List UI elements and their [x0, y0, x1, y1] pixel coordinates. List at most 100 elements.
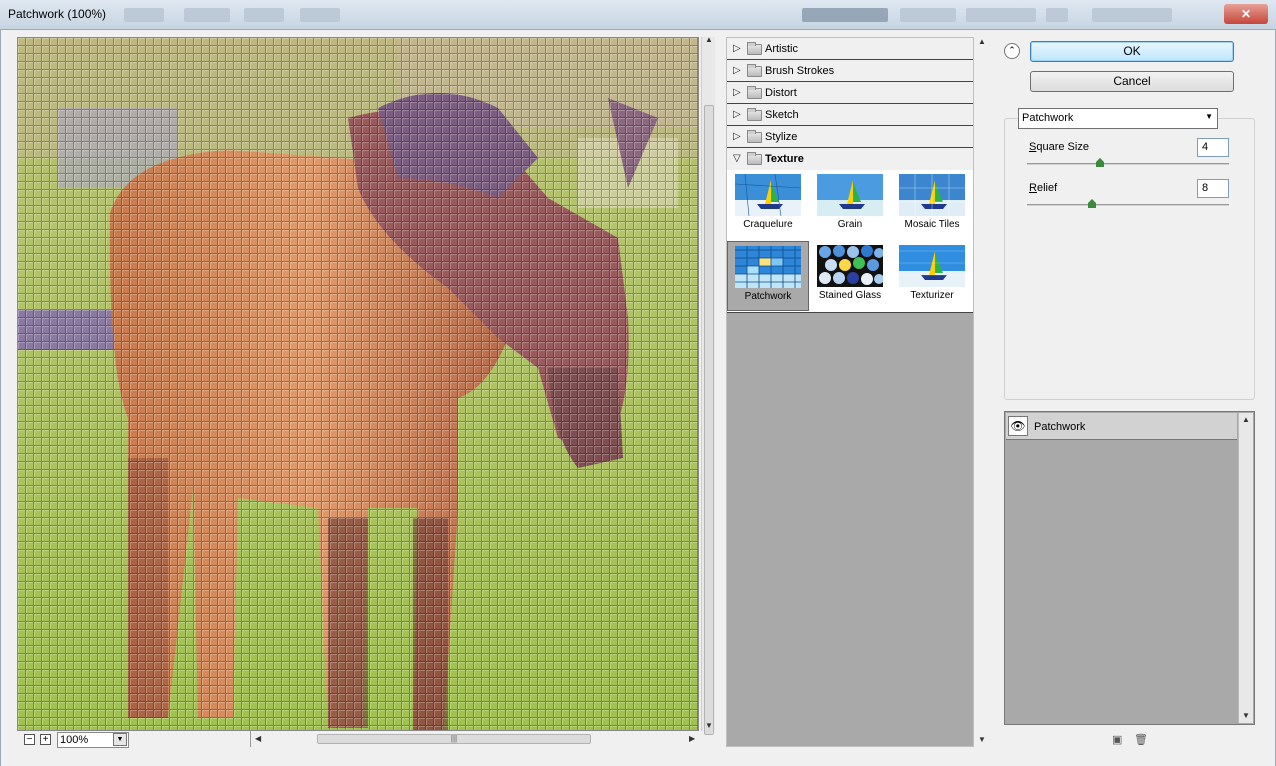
effect-layers-panel: 👁 Patchwork ▲ ▼: [1004, 411, 1255, 725]
filter-settings-panel: [1004, 118, 1255, 400]
category-stylize[interactable]: ▷ Stylize: [727, 126, 973, 148]
patchwork-thumbnail-icon: [735, 246, 801, 288]
filter-label: Texturizer: [910, 290, 954, 301]
filter-label: Grain: [837, 219, 863, 230]
zoom-level-value: 100%: [60, 734, 89, 746]
category-label: Distort: [765, 87, 797, 99]
background-app-button: [244, 8, 284, 22]
scroll-down-arrow-icon[interactable]: ▼: [705, 721, 713, 730]
filter-thumb-mosaic-tiles[interactable]: Mosaic Tiles: [891, 170, 973, 240]
zoom-in-button[interactable]: +: [40, 734, 51, 745]
filter-thumb-patchwork-selected[interactable]: Patchwork: [727, 241, 809, 311]
relief-label-rest: elief: [1036, 182, 1058, 194]
delete-effect-layer-icon[interactable]: 🗑: [1134, 733, 1148, 746]
title-bar: Patchwork (100%) ✕: [0, 0, 1276, 30]
scroll-up-arrow-icon[interactable]: ▲: [705, 35, 713, 44]
background-workspace-tab: [900, 8, 956, 22]
vertical-scroll-thumb[interactable]: [704, 105, 714, 735]
filter-tree-scrollbar[interactable]: ▲ ▼: [976, 37, 990, 747]
category-brush-strokes[interactable]: ▷ Brush Strokes: [727, 60, 973, 82]
preview-vertical-scrollbar[interactable]: ▲ ▼: [701, 35, 715, 735]
background-workspace-tab: [802, 8, 888, 22]
texturizer-thumbnail-icon: [899, 245, 965, 287]
folder-icon: [747, 86, 762, 99]
background-search: [1092, 8, 1172, 22]
relief-value: 8: [1202, 182, 1209, 194]
filter-thumb-grain[interactable]: Grain: [809, 170, 891, 240]
folder-icon: [747, 130, 762, 143]
category-sketch[interactable]: ▷ Sketch: [727, 104, 973, 126]
square-size-label-rest: quare Size: [1036, 141, 1089, 153]
square-size-value: 4: [1202, 141, 1209, 153]
preview-horizontal-scrollbar[interactable]: ◀ ||| ▶: [250, 731, 700, 747]
relief-slider-track[interactable]: [1027, 204, 1229, 206]
relief-label: Relief: [1029, 182, 1057, 194]
relief-field[interactable]: 8: [1197, 179, 1229, 198]
scroll-down-arrow-icon[interactable]: ▼: [1242, 711, 1250, 720]
expand-triangle-icon[interactable]: ▷: [733, 131, 741, 142]
expand-triangle-icon[interactable]: ▷: [733, 43, 741, 54]
collapse-gallery-icon[interactable]: ⌃: [1004, 43, 1020, 59]
scroll-up-arrow-icon[interactable]: ▲: [1242, 415, 1250, 424]
expand-triangle-icon[interactable]: ▷: [733, 109, 741, 120]
scroll-down-arrow-icon[interactable]: ▼: [978, 735, 986, 744]
folder-icon: [747, 42, 762, 55]
filter-thumb-craquelure[interactable]: Craquelure: [727, 170, 809, 240]
eye-visibility-icon[interactable]: 👁: [1008, 416, 1028, 436]
patchwork-preview: [18, 38, 698, 730]
filter-thumb-texturizer[interactable]: Texturizer: [891, 241, 973, 311]
filter-select-value: Patchwork: [1022, 112, 1074, 124]
category-texture[interactable]: ▽ Texture: [727, 148, 973, 170]
background-app-button: [124, 8, 164, 22]
category-label: Brush Strokes: [765, 65, 835, 77]
ok-button[interactable]: OK: [1030, 41, 1234, 62]
category-label: Sketch: [765, 109, 799, 121]
folder-icon: [747, 64, 762, 77]
category-label: Artistic: [765, 43, 798, 55]
texture-filter-thumbnails: Craquelure Grain Mosaic Tiles Patchwork …: [727, 170, 973, 313]
filter-label: Mosaic Tiles: [904, 219, 960, 230]
background-workspace-tab: [966, 8, 1036, 22]
filter-thumb-stained-glass[interactable]: Stained Glass: [809, 241, 891, 311]
stained-glass-thumbnail-icon: [817, 245, 883, 287]
zoom-dropdown-icon[interactable]: ▼: [113, 733, 127, 746]
horizontal-scroll-thumb[interactable]: |||: [317, 734, 591, 744]
scroll-left-arrow-icon[interactable]: ◀: [255, 734, 261, 743]
preview-image[interactable]: [17, 37, 699, 731]
window-title: Patchwork (100%): [8, 7, 107, 21]
filter-label: Stained Glass: [818, 290, 882, 301]
square-size-slider-track[interactable]: [1027, 163, 1229, 165]
dropdown-arrow-icon: ▼: [1205, 112, 1213, 121]
category-label: Stylize: [765, 131, 798, 143]
category-distort[interactable]: ▷ Distort: [727, 82, 973, 104]
square-size-label: Square Size: [1029, 141, 1089, 153]
effect-layer-row[interactable]: 👁 Patchwork: [1006, 413, 1237, 440]
background-app-button: [184, 8, 230, 22]
craquelure-thumbnail-icon: [735, 174, 801, 216]
relief-access-key: R: [1029, 182, 1037, 194]
background-workspace-tab: [1046, 8, 1068, 22]
collapse-triangle-icon[interactable]: ▽: [733, 153, 741, 164]
scroll-up-arrow-icon[interactable]: ▲: [978, 37, 986, 46]
filter-label: Craquelure: [743, 219, 793, 230]
folder-icon: [747, 108, 762, 121]
cancel-button[interactable]: Cancel: [1030, 71, 1234, 92]
filter-gallery-tree: ▷ Artistic ▷ Brush Strokes ▷ Distort ▷ S…: [726, 37, 974, 747]
layers-scrollbar[interactable]: ▲ ▼: [1238, 413, 1253, 723]
scroll-right-arrow-icon[interactable]: ▶: [689, 734, 695, 743]
square-size-field[interactable]: 4: [1197, 138, 1229, 157]
category-artistic[interactable]: ▷ Artistic: [727, 38, 973, 60]
zoom-out-button[interactable]: −: [24, 734, 35, 745]
background-app-button: [300, 8, 340, 22]
mosaic-tiles-thumbnail-icon: [899, 174, 965, 216]
filter-select[interactable]: Patchwork ▼: [1018, 108, 1218, 129]
grain-thumbnail-icon: [817, 174, 883, 216]
effect-layer-name: Patchwork: [1034, 421, 1086, 433]
expand-triangle-icon[interactable]: ▷: [733, 87, 741, 98]
folder-open-icon: [747, 152, 762, 165]
new-effect-layer-icon[interactable]: ▣: [1112, 733, 1122, 746]
close-button[interactable]: ✕: [1224, 4, 1268, 24]
preview-zoom-bar: − + 100% ▼ ◀ ||| ▶: [17, 731, 717, 749]
expand-triangle-icon[interactable]: ▷: [733, 65, 741, 76]
filter-label: Patchwork: [744, 291, 792, 302]
